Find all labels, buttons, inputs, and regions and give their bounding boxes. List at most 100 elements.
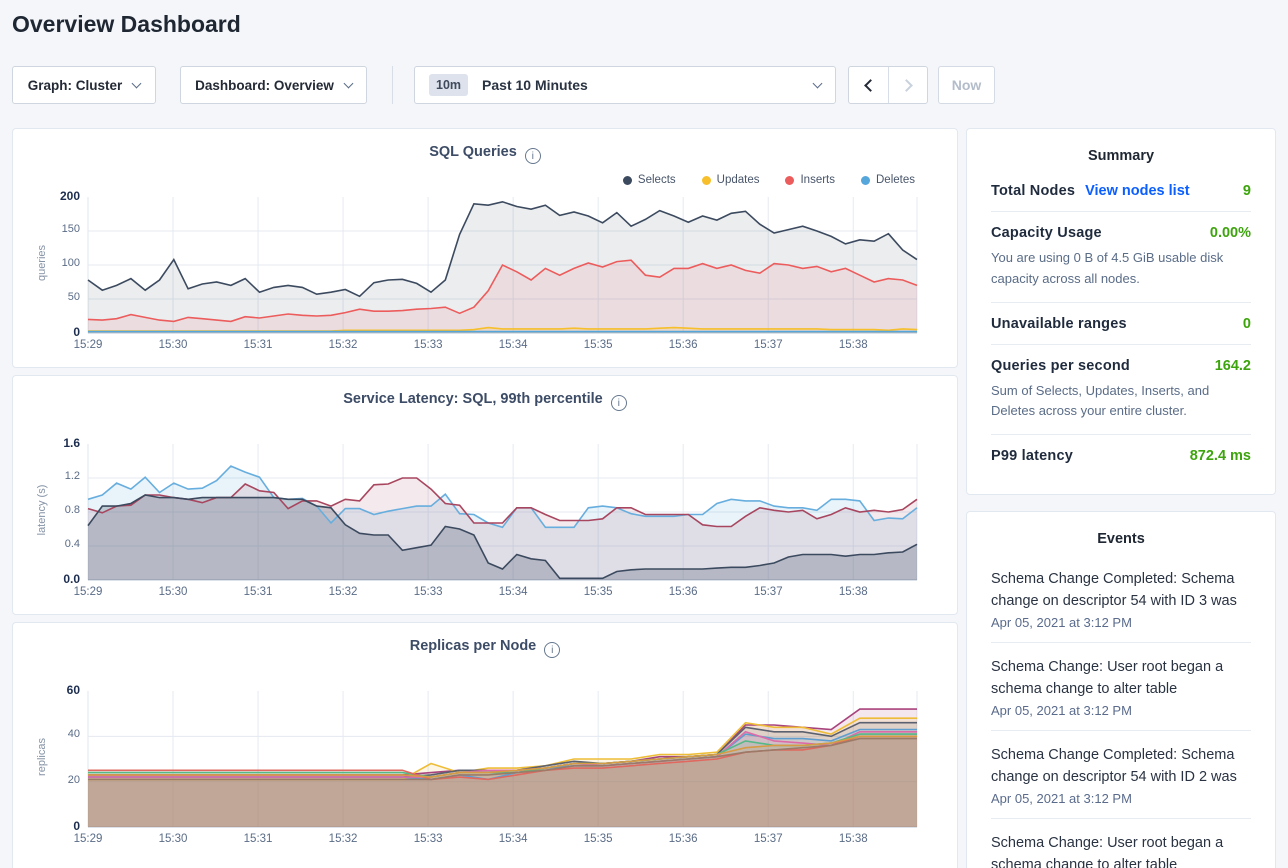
chart-plot-area[interactable]: 15:2915:3015:3115:3215:3315:3415:3515:36… xyxy=(13,129,957,367)
event-item: Schema Change Completed: Schema change o… xyxy=(991,730,1251,818)
chart-svg xyxy=(88,444,917,580)
prev-time-button[interactable] xyxy=(849,67,888,103)
summary-rows: Total NodesView nodes list9Capacity Usag… xyxy=(967,170,1275,484)
event-message: Schema Change Completed: Schema change o… xyxy=(991,568,1251,612)
x-axis-tick: 15:29 xyxy=(65,833,111,845)
x-axis-tick: 15:33 xyxy=(405,586,451,598)
x-axis-tick: 15:37 xyxy=(745,586,791,598)
x-axis-tick: 15:36 xyxy=(660,339,706,351)
summary-row-label: Capacity Usage xyxy=(991,225,1102,241)
event-item: Schema Change Completed: Schema change o… xyxy=(991,555,1251,642)
x-axis-tick: 15:35 xyxy=(575,833,621,845)
y-axis-tick: 50 xyxy=(18,291,80,303)
y-axis-label: queries xyxy=(36,218,48,308)
x-axis-tick: 15:37 xyxy=(745,833,791,845)
summary-row: Unavailable ranges 0 xyxy=(991,302,1251,344)
summary-row-value: 872.4 ms xyxy=(1190,448,1251,464)
now-button[interactable]: Now xyxy=(938,66,995,104)
summary-card: Summary Total NodesView nodes list9Capac… xyxy=(966,128,1276,495)
event-message: Schema Change Completed: Schema change o… xyxy=(991,744,1251,788)
y-axis-tick: 60 xyxy=(18,683,80,697)
summary-row-label: Queries per second xyxy=(991,358,1130,374)
page-title: Overview Dashboard xyxy=(12,11,241,38)
y-axis-tick: 40 xyxy=(18,728,80,740)
x-axis-tick: 15:32 xyxy=(320,833,366,845)
chart-svg xyxy=(88,691,917,827)
time-range-picker[interactable]: 10m Past 10 Minutes xyxy=(414,66,836,104)
y-axis-tick: 1.6 xyxy=(18,436,80,450)
graph-dropdown-label: Graph: Cluster xyxy=(28,78,123,93)
x-axis-tick: 15:33 xyxy=(405,339,451,351)
event-item: Schema Change: User root began a schema … xyxy=(991,818,1251,868)
event-message: Schema Change: User root began a schema … xyxy=(991,656,1251,700)
event-message: Schema Change: User root began a schema … xyxy=(991,832,1251,868)
graph-dropdown[interactable]: Graph: Cluster xyxy=(12,66,156,104)
event-timestamp: Apr 05, 2021 at 3:12 PM xyxy=(991,615,1251,630)
chart-plot-area[interactable]: 15:29 15:30 15:31 15:32 15:33 15:34 15:35 15:36… xyxy=(13,376,957,614)
y-axis-tick: 0 xyxy=(18,325,80,339)
y-axis-tick: 1.2 xyxy=(18,470,80,482)
summary-row: P99 latency872.4 ms xyxy=(991,434,1251,476)
chart-plot-area[interactable]: 15:29 15:30 15:31 15:32 15:33 15:34 15:35 15:36… xyxy=(13,623,957,868)
x-axis-tick: 15:34 xyxy=(490,586,536,598)
y-axis-label: replicas xyxy=(36,712,48,802)
y-axis-tick: 0 xyxy=(18,819,80,833)
events-list: Schema Change Completed: Schema change o… xyxy=(967,553,1275,868)
y-axis-tick: 0.8 xyxy=(18,504,80,516)
y-axis-tick: 0.0 xyxy=(18,572,80,586)
x-axis-tick: 15:31 xyxy=(235,586,281,598)
y-axis-label: latency (s) xyxy=(36,465,48,555)
y-axis-tick: 200 xyxy=(18,189,80,203)
summary-row-value: 0 xyxy=(1243,316,1251,332)
y-axis-tick: 20 xyxy=(18,774,80,786)
x-axis-tick: 15:30 xyxy=(150,833,196,845)
x-axis-tick: 15:33 xyxy=(405,833,451,845)
view-nodes-list-link[interactable]: View nodes list xyxy=(1085,183,1190,199)
x-axis-tick: 15:31 xyxy=(235,833,281,845)
x-axis-tick: 15:31 xyxy=(235,339,281,351)
y-axis-tick: 100 xyxy=(18,257,80,269)
y-axis-tick: 150 xyxy=(18,223,80,235)
dashboard-dropdown[interactable]: Dashboard: Overview xyxy=(180,66,367,104)
x-axis-tick: 15:37 xyxy=(745,339,791,351)
next-time-button[interactable] xyxy=(888,67,927,103)
x-axis-tick: 15:34 xyxy=(490,833,536,845)
time-step-control xyxy=(848,66,928,104)
x-axis-tick: 15:29 xyxy=(65,339,111,351)
x-axis-tick: 15:35 xyxy=(575,586,621,598)
chart-svg xyxy=(88,197,917,333)
summary-row-description: Sum of Selects, Updates, Inserts, and De… xyxy=(991,381,1251,423)
time-range-badge: 10m xyxy=(429,74,468,96)
summary-row-description: You are using 0 B of 4.5 GiB usable disk… xyxy=(991,248,1251,290)
x-axis-tick: 15:30 xyxy=(150,339,196,351)
chevron-right-icon xyxy=(900,79,913,92)
overview-dashboard-page: Overview Dashboard Graph: Cluster Dashbo… xyxy=(0,0,1288,868)
x-axis-tick: 15:36 xyxy=(660,586,706,598)
x-axis-tick: 15:36 xyxy=(660,833,706,845)
dashboard-dropdown-label: Dashboard: Overview xyxy=(195,78,334,93)
summary-row: Queries per second164.2Sum of Selects, U… xyxy=(991,344,1251,435)
summary-row-label: Unavailable ranges xyxy=(991,316,1127,332)
x-axis-tick: 15:38 xyxy=(830,339,876,351)
x-axis-tick: 15:30 xyxy=(150,586,196,598)
summary-row-label: Total Nodes xyxy=(991,183,1075,199)
x-axis-tick: 15:34 xyxy=(490,339,536,351)
x-axis-tick: 15:29 xyxy=(65,586,111,598)
event-timestamp: Apr 05, 2021 at 3:12 PM xyxy=(991,703,1251,718)
chevron-down-icon xyxy=(132,78,142,88)
y-axis-tick: 0.4 xyxy=(18,538,80,550)
x-axis-tick: 15:38 xyxy=(830,833,876,845)
events-title: Events xyxy=(967,512,1275,553)
x-axis-tick: 15:38 xyxy=(830,586,876,598)
event-timestamp: Apr 05, 2021 at 3:12 PM xyxy=(991,791,1251,806)
time-range-label: Past 10 Minutes xyxy=(482,77,588,93)
toolbar-divider xyxy=(392,66,393,104)
sql-queries-chart-card: SQL Queriesi SelectsUpdatesInsertsDelete… xyxy=(12,128,958,368)
replicas-per-node-chart-card: Replicas per Nodei 15:2915:3015:3115:321… xyxy=(12,622,958,868)
summary-row-value: 0.00% xyxy=(1210,225,1251,241)
x-axis-tick: 15:32 xyxy=(320,586,366,598)
x-axis-tick: 15:32 xyxy=(320,339,366,351)
chevron-left-icon xyxy=(864,79,877,92)
event-item: Schema Change: User root began a schema … xyxy=(991,642,1251,730)
service-latency-chart-card: Service Latency: SQL, 99th percentilei 1… xyxy=(12,375,958,615)
